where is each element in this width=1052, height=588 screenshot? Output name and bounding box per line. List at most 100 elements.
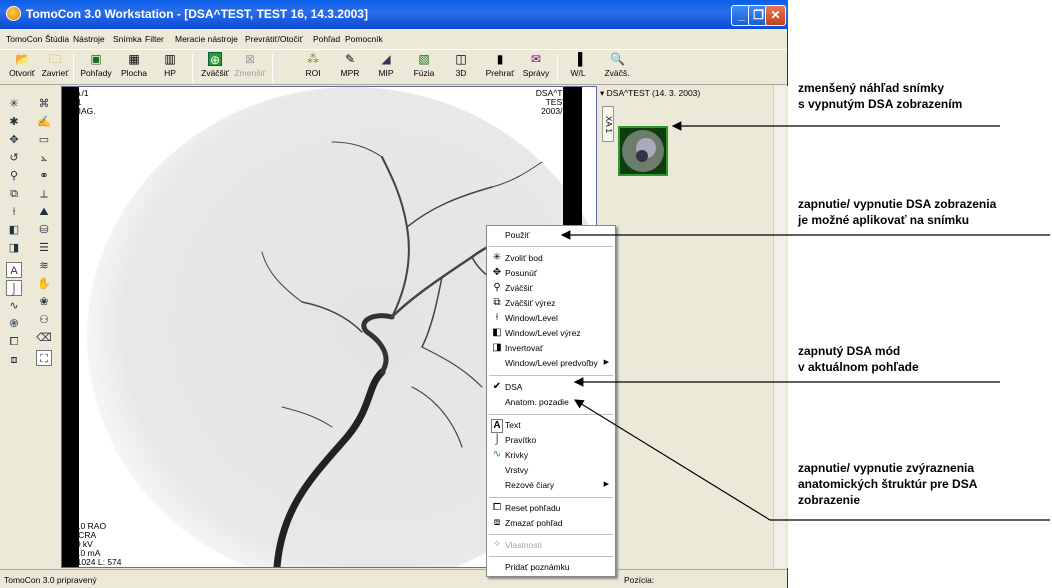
crosshair-icon: ✳	[492, 252, 502, 263]
brush-icon[interactable]: ❀	[36, 294, 52, 310]
menu-item-window-level[interactable]: ⍿ Window/Level	[487, 311, 615, 325]
menu-studia[interactable]: Štúdia	[45, 34, 69, 44]
delete-view-icon[interactable]: ⧈	[6, 352, 22, 368]
menu-item-invertovat[interactable]: ◨ Invertovať	[487, 341, 615, 355]
window-level-region-icon[interactable]: ◧	[6, 222, 22, 238]
menu-bar: TomoCon Štúdia Nástroje Snímka Filter Me…	[0, 30, 787, 48]
3d-button[interactable]: ◫ 3D	[441, 52, 481, 78]
zoom-region-icon[interactable]: ⧉	[6, 186, 22, 202]
crosshair-icon[interactable]: ✳	[6, 96, 22, 112]
info-icon[interactable]: ⌘	[36, 96, 52, 112]
link-icon[interactable]: ⚭	[36, 168, 52, 184]
window-level-icon[interactable]: ⍿	[6, 204, 22, 220]
menu-item-zvolit-bod[interactable]: ✳ Zvoliť bod	[487, 251, 615, 265]
text-icon[interactable]: A	[6, 262, 22, 278]
overlay-bottom-left: 103.0 RAO 0.0 CRA 80.0 kV 250.0 mA W: 1024 L…	[64, 521, 122, 567]
invert-icon: ◨	[492, 342, 502, 353]
menu-item-vlastnosti[interactable]: ✧ Vlastnosti	[487, 538, 615, 552]
fusion-button[interactable]: ▧ Fúzia	[404, 52, 444, 78]
bar-icon[interactable]: ▭	[36, 132, 52, 148]
menu-item-pravitko[interactable]: ⌡ Pravítko	[487, 433, 615, 447]
title-bar[interactable]: TomoCon 3.0 Workstation - [DSA^TEST, TES…	[0, 0, 788, 29]
menu-tomocon[interactable]: TomoCon	[6, 34, 42, 44]
annotation-thumbnail-note: zmenšený náhľad snímky s vypnutým DSA zo…	[798, 80, 962, 112]
active-tool-icon[interactable]: ⛶	[36, 350, 52, 366]
window-level-button[interactable]: ▐ W/L	[558, 52, 598, 78]
rotate-icon[interactable]: ↺	[6, 150, 22, 166]
eraser-icon[interactable]: ⌫	[36, 330, 52, 346]
annotation-anatomy-note: zapnutie/ vypnutie zvýraznenia anatomick…	[798, 460, 977, 508]
menu-item-vrstvy[interactable]: Vrstvy	[487, 463, 615, 477]
hp-button[interactable]: ▥ HP	[150, 52, 190, 78]
spiral-icon[interactable]: ֍	[6, 316, 22, 332]
reports-button[interactable]: ✉ Správy	[516, 52, 556, 78]
pencil-icon[interactable]: ✍	[36, 114, 52, 130]
toolbar: 📂 Otvoriť 🗀 Zavrieť ▣ Pohľady ▦ Plocha ▥ HP ⊕…	[0, 49, 787, 85]
menu-item-posunut[interactable]: ✥ Posunúť	[487, 266, 615, 280]
context-menu: Použiť ✳ Zvoliť bod ✥ Posunúť ⚲ Zväčšiť ⧉ Zv…	[486, 225, 616, 577]
views-button[interactable]: ▣ Pohľady	[76, 52, 116, 78]
invert-icon[interactable]: ◨	[6, 240, 22, 256]
curve-icon[interactable]: ∿	[6, 298, 22, 314]
play-button[interactable]: ▮ Prehrať	[480, 52, 520, 78]
folder-close-icon: 🗀	[48, 52, 61, 66]
menu-item-rezove-ciary[interactable]: Rezové čiary ▶	[487, 478, 615, 492]
close-study-button[interactable]: 🗀 Zavrieť	[35, 52, 75, 78]
mpr-button[interactable]: ✎ MPR	[330, 52, 370, 78]
curve-icon: ∿	[492, 449, 502, 460]
menu-meracie-nastroje[interactable]: Meracie nástroje	[175, 34, 238, 44]
menu-pohlad[interactable]: Pohľad	[313, 34, 340, 44]
menu-item-window-level-vyrez[interactable]: ◧ Window/Level výrez	[487, 326, 615, 340]
menu-item-reset-pohladu[interactable]: ⧠ Reset pohľadu	[487, 501, 615, 515]
ruler-icon[interactable]: ⌡	[6, 280, 22, 296]
close-button[interactable]: ✕	[765, 5, 786, 26]
hand-icon[interactable]: ✋	[36, 276, 52, 292]
roi-button[interactable]: ⁂ ROI	[293, 52, 333, 78]
menu-item-pridat-poznamku[interactable]: Pridať poznámku	[487, 560, 615, 574]
series-tab[interactable]: XA 1	[602, 106, 614, 142]
menu-item-window-level-predvolby[interactable]: Window/Level predvoľby ▶	[487, 356, 615, 370]
menu-item-zvacsit[interactable]: ⚲ Zväčšiť	[487, 281, 615, 295]
layers-icon[interactable]: ≋	[36, 258, 52, 274]
axes-icon[interactable]: ⟂	[36, 186, 52, 202]
menu-item-krivky[interactable]: ∿ Krivky	[487, 448, 615, 462]
figure-icon[interactable]: ⚇	[36, 312, 52, 328]
menu-filter[interactable]: Filter	[145, 34, 164, 44]
menu-item-anatom-pozadie[interactable]: Anatom. pozadie	[487, 395, 615, 409]
zoom-in-button[interactable]: ⊕ Zväčšiť	[195, 52, 235, 78]
menu-item-pouzit[interactable]: Použiť	[487, 228, 615, 242]
series-thumbnail[interactable]	[618, 126, 668, 176]
fusion-icon: ▧	[418, 52, 430, 66]
left-border-strip	[62, 87, 79, 567]
layout-icon: ▦	[128, 52, 140, 66]
menu-prevratit-otocit[interactable]: Prevrátiť/Otočiť	[245, 34, 303, 44]
menu-nastroje[interactable]: Nástroje	[73, 34, 105, 44]
series-scrollbar[interactable]	[773, 86, 786, 568]
menu-item-dsa[interactable]: ✔ DSA	[487, 380, 615, 394]
reset-view-icon[interactable]: ⧠	[6, 334, 22, 350]
application-window: TomoCon 3.0 Workstation - [DSA^TEST, TES…	[0, 0, 788, 588]
zoom-in-icon: ⊕	[208, 52, 222, 67]
layout-button[interactable]: ▦ Plocha	[114, 52, 154, 78]
move-icon[interactable]: ✥	[6, 132, 22, 148]
menu-snimka[interactable]: Snímka	[113, 34, 142, 44]
landscape-icon[interactable]: ⛰	[36, 204, 52, 220]
series-header[interactable]: ▾ DSA^TEST (14. 3. 2003)	[600, 88, 770, 100]
overlay-top-left: XA∧/1 Fr: 1 C:DIAG.	[64, 88, 96, 116]
menu-item-zvacsit-vyrez[interactable]: ⧉ Zväčšiť výrez	[487, 296, 615, 310]
zoom-icon[interactable]: ⚲	[6, 168, 22, 184]
cylinder-icon[interactable]: ⛁	[36, 222, 52, 238]
menu-pomocnik[interactable]: Pomocník	[345, 34, 383, 44]
menu-item-zmazat-pohlad[interactable]: ⧈ Zmazať pohľad	[487, 516, 615, 530]
angle-icon[interactable]: ⦛	[36, 150, 52, 166]
menu-item-text[interactable]: A Text	[487, 418, 615, 433]
stack-icon[interactable]: ☰	[36, 240, 52, 256]
point-icon[interactable]: ✱	[6, 114, 22, 130]
submenu-arrow-icon: ▶	[603, 359, 609, 366]
zoom-out-icon: ⊠	[244, 52, 256, 66]
zoom-out-button[interactable]: ⊠ Zmenšiť	[230, 52, 270, 78]
magnify-button[interactable]: 🔍 Zväčš.	[597, 52, 637, 78]
text-icon: A	[491, 419, 503, 433]
delete-view-icon: ⧈	[493, 517, 501, 528]
mip-button[interactable]: ◢ MIP	[366, 52, 406, 78]
